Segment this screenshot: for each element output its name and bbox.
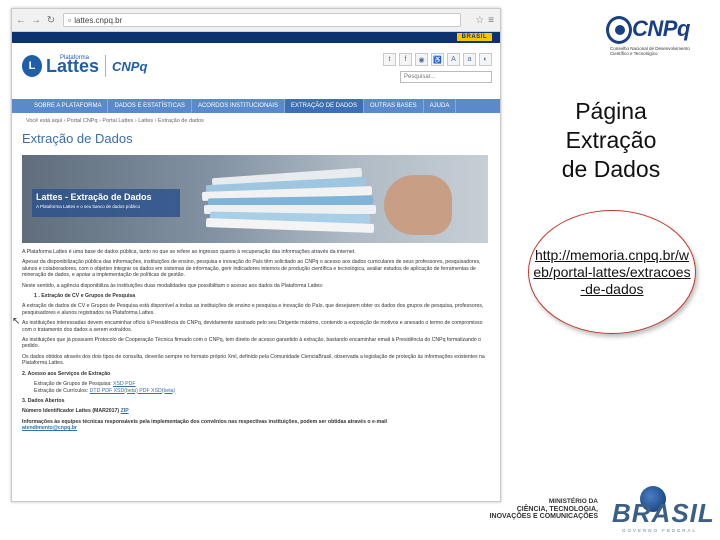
accessibility-icon[interactable]: ♿ bbox=[431, 53, 444, 66]
section-1-paragraph-2: As instituições interessadas devem encam… bbox=[22, 320, 483, 333]
ministry-line-2: CIÊNCIA, TECNOLOGIA, bbox=[516, 505, 598, 513]
extract-groups-label: Extração de Grupos de Pesquisa: bbox=[34, 381, 112, 388]
main-menu: SOBRE A PLATAFORMA DADOS E ESTATÍSTICAS … bbox=[12, 99, 500, 113]
banner-caption: Lattes - Extração de Dados A Plataforma … bbox=[32, 189, 180, 217]
paper-stack-image bbox=[201, 167, 392, 237]
url-callout: http://memoria.cnpq.br/web/portal-lattes… bbox=[528, 210, 696, 334]
lattes-badge-icon: L bbox=[22, 55, 42, 77]
ministry-logo: MINISTÉRIO DA CIÊNCIA, TECNOLOGIA, INOVA… bbox=[468, 498, 598, 521]
section-1-paragraph-1: A extração de dados de CV e Grupos de Pe… bbox=[22, 303, 484, 316]
section-1-paragraph-4: Os dados obtidos através dos dois tipos … bbox=[22, 353, 485, 367]
page-icon: ▫ bbox=[68, 15, 72, 25]
contact-paragraph: Informações às equipes técnicas responsá… bbox=[22, 419, 490, 432]
banner-title: Lattes - Extração de Dados bbox=[36, 192, 152, 202]
lattes-logo[interactable]: L Plataforma Lattes CNPq bbox=[22, 55, 147, 77]
brasil-motto: GOVERNO FEDERAL bbox=[622, 528, 698, 533]
intro-paragraph-2: Apesar da disponibilização pública das i… bbox=[22, 259, 481, 279]
facebook-icon[interactable]: f bbox=[399, 53, 412, 66]
contact-text: Informações às equipes técnicas responsá… bbox=[22, 418, 387, 425]
menu-item-sobre[interactable]: SOBRE A PLATAFORMA bbox=[28, 99, 109, 113]
slide-title: Página Extração de Dados bbox=[520, 97, 702, 184]
mouse-cursor-icon: ↖ bbox=[12, 316, 21, 327]
hero-banner: Lattes - Extração de Dados A Plataforma … bbox=[22, 155, 488, 243]
ministry-label: MINISTÉRIO DA bbox=[548, 498, 598, 505]
rss-icon[interactable]: ◉ bbox=[415, 53, 428, 66]
menu-item-dados-estatisticas[interactable]: DADOS E ESTATÍSTICAS bbox=[108, 99, 192, 113]
address-url: lattes.cnpq.br bbox=[74, 15, 123, 25]
page-title: Extração de Dados bbox=[22, 131, 133, 146]
twitter-icon[interactable]: t bbox=[383, 53, 396, 66]
url-link[interactable]: http://memoria.cnpq.br/web/portal-lattes… bbox=[532, 247, 692, 298]
section-3-heading: 3. Dados Abertos bbox=[22, 397, 65, 404]
social-icons: t f ◉ ♿ A a ◐ bbox=[383, 53, 492, 66]
ministry-line-3: INOVAÇÕES E COMUNICAÇÕES bbox=[489, 513, 598, 520]
section-2-heading: 2. Acesso aos Serviços de Extração bbox=[22, 370, 111, 377]
back-icon[interactable]: ← bbox=[15, 15, 27, 26]
logo-divider bbox=[105, 55, 107, 77]
extract-cv-line: Extração de Currículos: DTD PDF XSD(beta… bbox=[34, 388, 490, 394]
font-decrease-icon[interactable]: a bbox=[463, 53, 476, 66]
lattes-logo-prefix: Plataforma bbox=[60, 55, 90, 61]
reload-icon[interactable]: ↻ bbox=[45, 15, 57, 26]
site-header: L Plataforma Lattes CNPq t f ◉ ♿ A a ◐ P… bbox=[12, 43, 500, 99]
cnpq-logo: CNPq Conselho Nacional de Desenvolviment… bbox=[606, 16, 702, 62]
extract-cv-links[interactable]: DTD PDF XSD(beta) PDF XSD(beta) bbox=[90, 388, 176, 394]
menu-item-extracao[interactable]: EXTRAÇÃO DE DADOS bbox=[284, 99, 364, 113]
gov-brasil-link[interactable]: BRASIL bbox=[456, 33, 492, 41]
identifier-line: Número Identificador Lattes (MAR2017) ZI… bbox=[22, 408, 490, 414]
browser-menu-icon[interactable]: ≡ bbox=[488, 15, 494, 26]
slide-title-line-2: Extração bbox=[565, 127, 657, 153]
bookmark-star-icon[interactable]: ☆ bbox=[475, 15, 484, 26]
section-1-heading: 1 . Extração de CV e Grupos de Pesquisa bbox=[34, 293, 136, 300]
section-1-paragraph-3: As instituições que já possuem Protocolo… bbox=[22, 337, 481, 350]
font-increase-icon[interactable]: A bbox=[447, 53, 460, 66]
identifier-label: Número Identificador Lattes (MAR2017) bbox=[22, 408, 120, 415]
menu-item-ajuda[interactable]: AJUDA bbox=[424, 99, 457, 113]
lattes-logo-text: Plataforma Lattes bbox=[46, 55, 99, 75]
browser-toolbar: ← → ↻ ▫ lattes.cnpq.br ☆ ≡ bbox=[12, 9, 500, 32]
brasil-wordmark: BRASIL bbox=[612, 498, 715, 528]
site-search-input[interactable]: Pesquisar... bbox=[400, 71, 492, 83]
cnpq-header-logo: CNPq bbox=[112, 58, 148, 74]
brasil-gov-logo: BRASIL GOVERNO FEDERAL bbox=[606, 486, 714, 536]
identifier-zip-link[interactable]: ZIP bbox=[121, 408, 129, 414]
intro-paragraph-1: A Plataforma Lattes é uma base de dados … bbox=[22, 249, 356, 255]
intro-paragraph-3: Neste sentido, a agência disponibiliza à… bbox=[22, 282, 324, 289]
breadcrumb[interactable]: Você está aqui › Portal CNPq › Portal La… bbox=[12, 113, 500, 128]
extract-cv-label: Extração de Currículos: bbox=[34, 387, 89, 394]
cnpq-logo-text: CNPq bbox=[632, 16, 690, 41]
forward-icon[interactable]: → bbox=[30, 15, 42, 26]
cnpq-mark-icon bbox=[606, 16, 632, 44]
extract-groups-links[interactable]: XSD PDF bbox=[113, 381, 135, 387]
menu-item-acordos[interactable]: ACORDOS INSTITUCIONAIS bbox=[192, 99, 285, 113]
banner-subtitle: A Plataforma Lattes e o seu banco de dad… bbox=[36, 204, 141, 209]
slide-title-line-3: de Dados bbox=[561, 156, 661, 182]
menu-item-outras-bases[interactable]: OUTRAS BASES bbox=[364, 99, 424, 113]
cnpq-logo-subtitle: Conselho Nacional de Desenvolvimento Cie… bbox=[610, 46, 690, 56]
contact-email-link[interactable]: atendimento@cnpq.br bbox=[22, 425, 77, 431]
address-bar[interactable]: ▫ lattes.cnpq.br bbox=[63, 13, 461, 27]
contrast-icon[interactable]: ◐ bbox=[479, 53, 492, 66]
slide-title-line-1: Página bbox=[575, 98, 647, 124]
hand-image bbox=[384, 175, 452, 235]
browser-window: ← → ↻ ▫ lattes.cnpq.br ☆ ≡ BRASIL L Plat… bbox=[11, 8, 501, 502]
page-content: A Plataforma Lattes é uma base de dados … bbox=[12, 243, 500, 432]
gov-bar: BRASIL bbox=[12, 32, 500, 43]
